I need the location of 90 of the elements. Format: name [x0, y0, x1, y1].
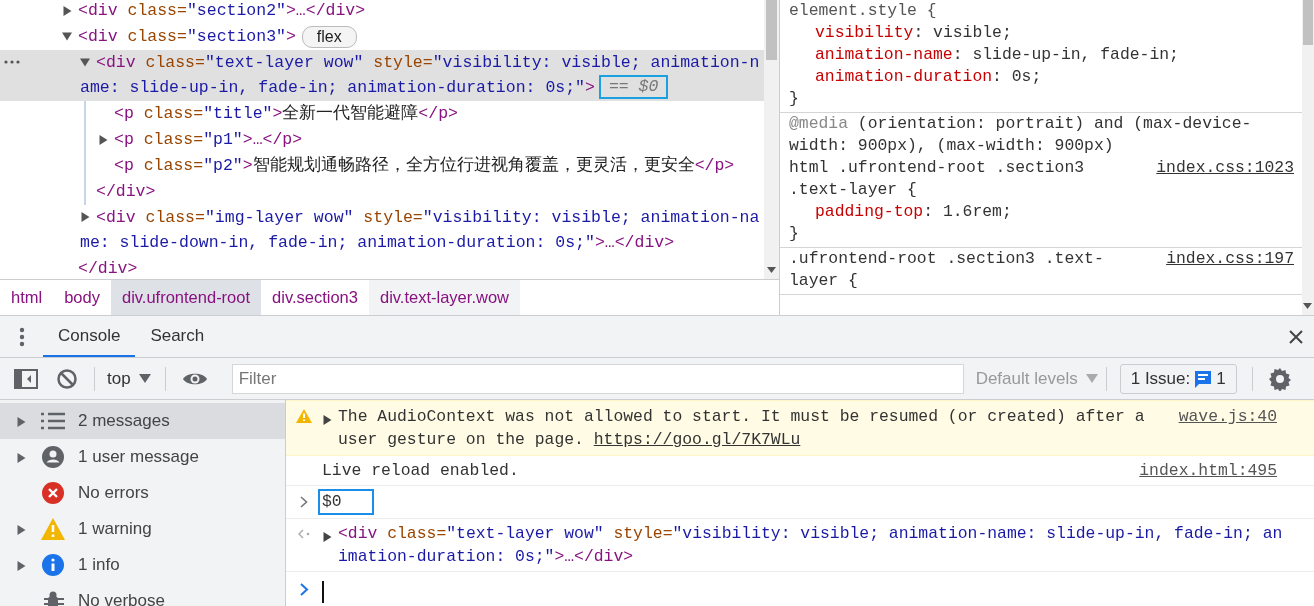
sidebar-toggle-icon[interactable] — [14, 368, 38, 389]
more-icon[interactable] — [4, 59, 20, 64]
scroll-down-icon[interactable] — [1303, 303, 1312, 309]
element-tag-code: ame: slide-up-in, fade-in; animation-duration: 0s;"> — [80, 77, 595, 100]
expand-arrow-icon[interactable] — [16, 416, 26, 427]
prompt-chevron-icon — [299, 583, 309, 596]
settings-icon[interactable] — [1267, 366, 1292, 391]
css-declaration: visibility: visible; — [814, 22, 1013, 44]
css-selector: html .ufrontend-root .section3 .text-layer { — [789, 158, 1085, 199]
element-tag-code: <div class="img-layer wow" style="visibility: visible; animation-na — [96, 206, 760, 229]
source-link[interactable]: index.css:197 — [1166, 248, 1294, 270]
breadcrumb-item[interactable]: html — [0, 280, 54, 315]
selection-marker: == $0 — [598, 75, 669, 100]
clear-console-icon[interactable] — [56, 367, 78, 390]
close-icon[interactable] — [1288, 328, 1304, 345]
context-dropdown[interactable]: top — [107, 365, 151, 392]
element-tag-code: <p class="p2">智能规划通畅路径，全方位行进视角覆盖，更灵活，更安全</p> — [114, 154, 735, 177]
breadcrumb-item[interactable]: div.text-layer.wow — [369, 280, 520, 315]
error-icon — [42, 482, 64, 504]
closing-tag-code: </div> — [96, 180, 156, 203]
css-declaration: animation-name: slide-up-in, fade-in; — [814, 44, 1180, 66]
node-row[interactable]: <div class="img-layer wow" style="visibility: visible; animation-name: slide-down-in, fade-in; animation-duration: 0s;">…</div> — [0, 204, 764, 257]
collapse-arrow-icon[interactable] — [80, 57, 90, 68]
scrollbar[interactable] — [764, 0, 779, 280]
message-link[interactable]: https://goo.gl/7K7WLu — [593, 430, 801, 449]
message-text: The AudioContext was not allowed to start. It must be resumed (or created) after a user gesture on the page. https://goo.gl/7K7WLu — [338, 406, 1146, 451]
element-tag-code: <div class="section2">…</div> — [78, 0, 366, 22]
scrollbar-thumb[interactable] — [766, 0, 777, 60]
sidebar-item[interactable]: 1 user message — [0, 439, 285, 475]
node-row[interactable]: <div class="section2">…</div> — [0, 0, 764, 24]
breadcrumb-item[interactable]: div.section3 — [261, 280, 369, 315]
element-tag-code: <div class="section3"> — [78, 25, 296, 48]
issues-button[interactable]: 1 Issue: 1 — [1119, 363, 1237, 394]
expand-arrow-icon[interactable] — [80, 212, 90, 223]
result-code: <div class="text-layer wow" style="visibility: visible; animation-name: slide-up-in, fade-in; animation-duration: 0s;">…</div> — [338, 523, 1284, 568]
sidebar-item[interactable]: No verbose — [0, 583, 285, 606]
media-query: @media (orientation: portrait) and (max-device-width: 900px), (max-width: 900px) — [789, 113, 1253, 157]
node-row[interactable]: <p class="title">全新一代智能避障</p> — [0, 101, 764, 128]
scrollbar-thumb[interactable] — [1303, 0, 1313, 45]
source-link[interactable]: index.css:1023 — [1156, 157, 1294, 179]
selected-node-row[interactable]: <div class="text-layer wow" style="visibility: visible; animation-name: slide-up-in, fade-in; animation-duration: 0s;"> == $0 — [0, 49, 764, 102]
element-tag-code: me: slide-down-in, fade-in; animation-duration: 0s;">…</div> — [80, 232, 675, 255]
sidebar-item[interactable]: 1 warning — [0, 511, 285, 547]
css-selector: element.style { — [789, 1, 937, 20]
node-row[interactable]: <p class="p2">智能规划通畅路径，全方位行进视角覆盖，更灵活，更安全</p> — [0, 153, 764, 179]
more-options-icon[interactable] — [18, 326, 25, 347]
warning-icon — [41, 518, 65, 540]
sidebar-item[interactable]: 2 messages — [0, 403, 285, 439]
element-tag-code: <p class="p1">…</p> — [114, 129, 303, 152]
user-icon — [42, 446, 64, 468]
closing-tag-code: </div> — [78, 258, 138, 280]
return-value-icon — [297, 529, 311, 539]
source-link[interactable]: wave.js:40 — [1178, 405, 1277, 428]
panel-tab[interactable]: Search — [135, 316, 220, 357]
expand-arrow-icon[interactable] — [16, 452, 26, 463]
node-row[interactable]: <p class="p1">…</p> — [0, 127, 764, 153]
closing-brace: } — [789, 89, 799, 108]
css-declaration: animation-duration: 0s; — [814, 66, 1043, 88]
sidebar-item[interactable]: No errors — [0, 475, 285, 511]
expand-arrow-icon[interactable] — [62, 5, 72, 16]
element-tag-code: <div class="text-layer wow" style="visibility: visible; animation-n — [96, 51, 760, 74]
collapse-arrow-icon[interactable] — [62, 31, 72, 42]
scroll-down-icon[interactable] — [767, 267, 776, 274]
sidebar-item[interactable]: 1 info — [0, 547, 285, 583]
chevron-icon — [300, 496, 308, 508]
element-tag-code: <p class="title">全新一代智能避障</p> — [114, 103, 458, 126]
expand-arrow-icon[interactable] — [322, 531, 332, 542]
bug-icon — [42, 590, 64, 606]
dropdown-caret-icon — [138, 374, 151, 383]
info-icon — [42, 554, 64, 576]
filter-field[interactable]: Filter — [231, 363, 964, 394]
warning-icon — [296, 409, 312, 423]
expand-arrow-icon[interactable] — [322, 414, 332, 425]
layout-badge[interactable]: flex — [301, 25, 357, 48]
expand-arrow-icon[interactable] — [98, 134, 108, 145]
list-icon — [41, 412, 65, 430]
expand-arrow-icon[interactable] — [16, 524, 26, 535]
scrollbar[interactable] — [1302, 0, 1314, 315]
expand-arrow-icon[interactable] — [16, 560, 26, 571]
closing-brace: } — [789, 224, 799, 243]
message-icon — [1194, 369, 1213, 388]
message-text: Live reload enabled. — [322, 460, 520, 482]
breadcrumb-item[interactable]: body — [53, 280, 111, 315]
css-declaration: padding-top: 1.6rem; — [814, 201, 1013, 223]
css-selector: .ufrontend-root .section3 .text-layer { — [789, 249, 1104, 290]
breadcrumb-item[interactable]: div.ufrontend-root — [110, 280, 262, 315]
source-link[interactable]: index.html:495 — [1139, 459, 1277, 482]
command-text: $0 — [318, 489, 374, 515]
dropdown-caret-icon — [1085, 374, 1098, 383]
node-row[interactable]: <div class="section3"> flex — [0, 23, 764, 50]
